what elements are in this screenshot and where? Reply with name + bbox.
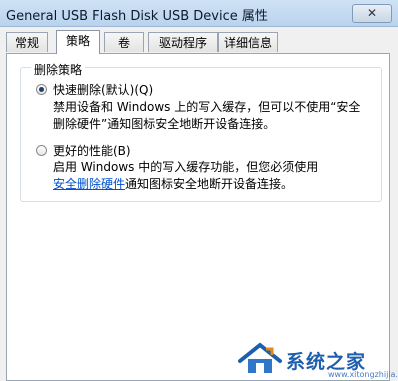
watermark-url: www.xitongzhijia.net <box>328 370 398 379</box>
window-title: General USB Flash Disk USB Device 属性 <box>6 9 268 24</box>
tab-details[interactable]: 详细信息 <box>218 32 278 52</box>
title-bar: General USB Flash Disk USB Device 属性 ✕ <box>0 0 398 27</box>
site-watermark: 系统之家 www.xitongzhijia.net <box>232 339 398 379</box>
better-performance-radio[interactable] <box>36 145 47 156</box>
tab-general[interactable]: 常规 <box>6 32 48 52</box>
better-performance-description: 启用 Windows 中的写入缓存功能，但您必须使用 安全删除硬件通知图标安全地… <box>53 159 318 193</box>
quick-removal-radio[interactable] <box>36 84 47 95</box>
safely-remove-hardware-link[interactable]: 安全删除硬件 <box>53 177 125 191</box>
tab-policies[interactable]: 策略 <box>56 30 100 54</box>
tab-driver[interactable]: 驱动程序 <box>148 32 218 52</box>
quick-removal-description: 禁用设备和 Windows 上的写入缓存，但可以不使用“安全 删除硬件”通知图标… <box>53 99 360 133</box>
description-line2-text: 通知图标安全地断开设备连接。 <box>125 177 294 191</box>
close-icon: ✕ <box>366 6 378 20</box>
radio-selected-dot <box>39 87 44 92</box>
house-logo-icon <box>238 342 282 373</box>
tab-volumes[interactable]: 卷 <box>104 32 144 52</box>
quick-removal-description-line2: 删除硬件”通知图标安全地断开设备连接。 <box>53 117 276 131</box>
better-performance-description-line2: 安全删除硬件通知图标安全地断开设备连接。 <box>53 176 318 193</box>
group-title: 删除策略 <box>31 61 86 78</box>
close-button[interactable]: ✕ <box>352 4 392 23</box>
quick-removal-description-line1: 禁用设备和 Windows 上的写入缓存，但可以不使用“安全 <box>53 100 361 114</box>
quick-removal-label[interactable]: 快速删除(默认)(Q) <box>53 81 153 98</box>
better-performance-label[interactable]: 更好的性能(B) <box>53 142 131 159</box>
better-performance-description-line1: 启用 Windows 中的写入缓存功能，但您必须使用 <box>53 160 319 174</box>
